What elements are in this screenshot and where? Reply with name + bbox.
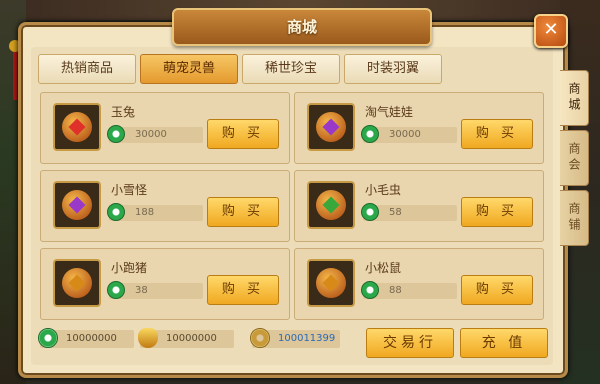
item-price: 88 (361, 281, 457, 299)
jade-coin-icon (107, 281, 125, 299)
pet-egg-red-icon (53, 103, 101, 151)
jade-balance: 10000000 (38, 328, 134, 348)
jade-coin-icon (361, 281, 379, 299)
item-price: 58 (361, 203, 457, 221)
item-name: 玉兔 (111, 105, 136, 119)
recharge-button[interactable]: 充 值 (460, 328, 548, 358)
buy-button[interactable]: 购 买 (461, 119, 533, 149)
gold-ingot-icon (138, 328, 158, 348)
copper-coin-icon (250, 328, 270, 348)
jade-coin-icon (107, 125, 125, 143)
item-price: 38 (107, 281, 203, 299)
item-name: 小雪怪 (111, 183, 148, 197)
item-card: 小跑猪 38 购 买 (40, 248, 290, 320)
item-price: 188 (107, 203, 203, 221)
gold-ingot-balance: 10000000 (138, 328, 234, 348)
jade-coin-icon (361, 203, 379, 221)
jade-coin-icon (361, 125, 379, 143)
tab-fashion-wings[interactable]: 时装羽翼 (344, 54, 442, 84)
item-card: 小毛虫 58 购 买 (294, 170, 544, 242)
item-price: 30000 (361, 125, 457, 143)
pet-egg-purple-icon (307, 103, 355, 151)
item-price: 30000 (107, 125, 203, 143)
bound-coin-balance: 100011399 (250, 328, 340, 348)
item-name: 小跑猪 (111, 261, 148, 275)
pet-egg-gold-icon (53, 259, 101, 307)
tab-hot-items[interactable]: 热销商品 (38, 54, 136, 84)
buy-button[interactable]: 购 买 (207, 275, 279, 305)
item-name: 小松鼠 (365, 261, 402, 275)
trade-house-button[interactable]: 交易行 (366, 328, 454, 358)
jade-coin-icon (38, 328, 58, 348)
pet-egg-green-icon (307, 181, 355, 229)
item-card: 淘气娃娃 30000 购 买 (294, 92, 544, 164)
buy-button[interactable]: 购 买 (207, 119, 279, 149)
tab-pets[interactable]: 萌宠灵兽 (140, 54, 238, 84)
buy-button[interactable]: 购 买 (461, 275, 533, 305)
item-card: 小松鼠 88 购 买 (294, 248, 544, 320)
item-card: 小雪怪 188 购 买 (40, 170, 290, 242)
buy-button[interactable]: 购 买 (461, 197, 533, 227)
side-tab-mall[interactable]: 商城 (560, 70, 589, 126)
tab-rare-treasures[interactable]: 稀世珍宝 (242, 54, 340, 84)
window-title: 商城 (286, 18, 317, 36)
close-button[interactable]: ✕ (534, 14, 568, 48)
item-name: 小毛虫 (365, 183, 402, 197)
jade-coin-icon (107, 203, 125, 221)
item-card: 玉兔 30000 购 买 (40, 92, 290, 164)
pet-egg-gold-icon (307, 259, 355, 307)
item-name: 淘气娃娃 (365, 105, 414, 119)
window-title-plate: 商城 (172, 8, 432, 46)
pet-egg-purple-icon (53, 181, 101, 229)
side-tab-shops[interactable]: 商铺 (560, 190, 589, 246)
side-tab-guild-shop[interactable]: 商会 (560, 130, 589, 186)
buy-button[interactable]: 购 买 (207, 197, 279, 227)
